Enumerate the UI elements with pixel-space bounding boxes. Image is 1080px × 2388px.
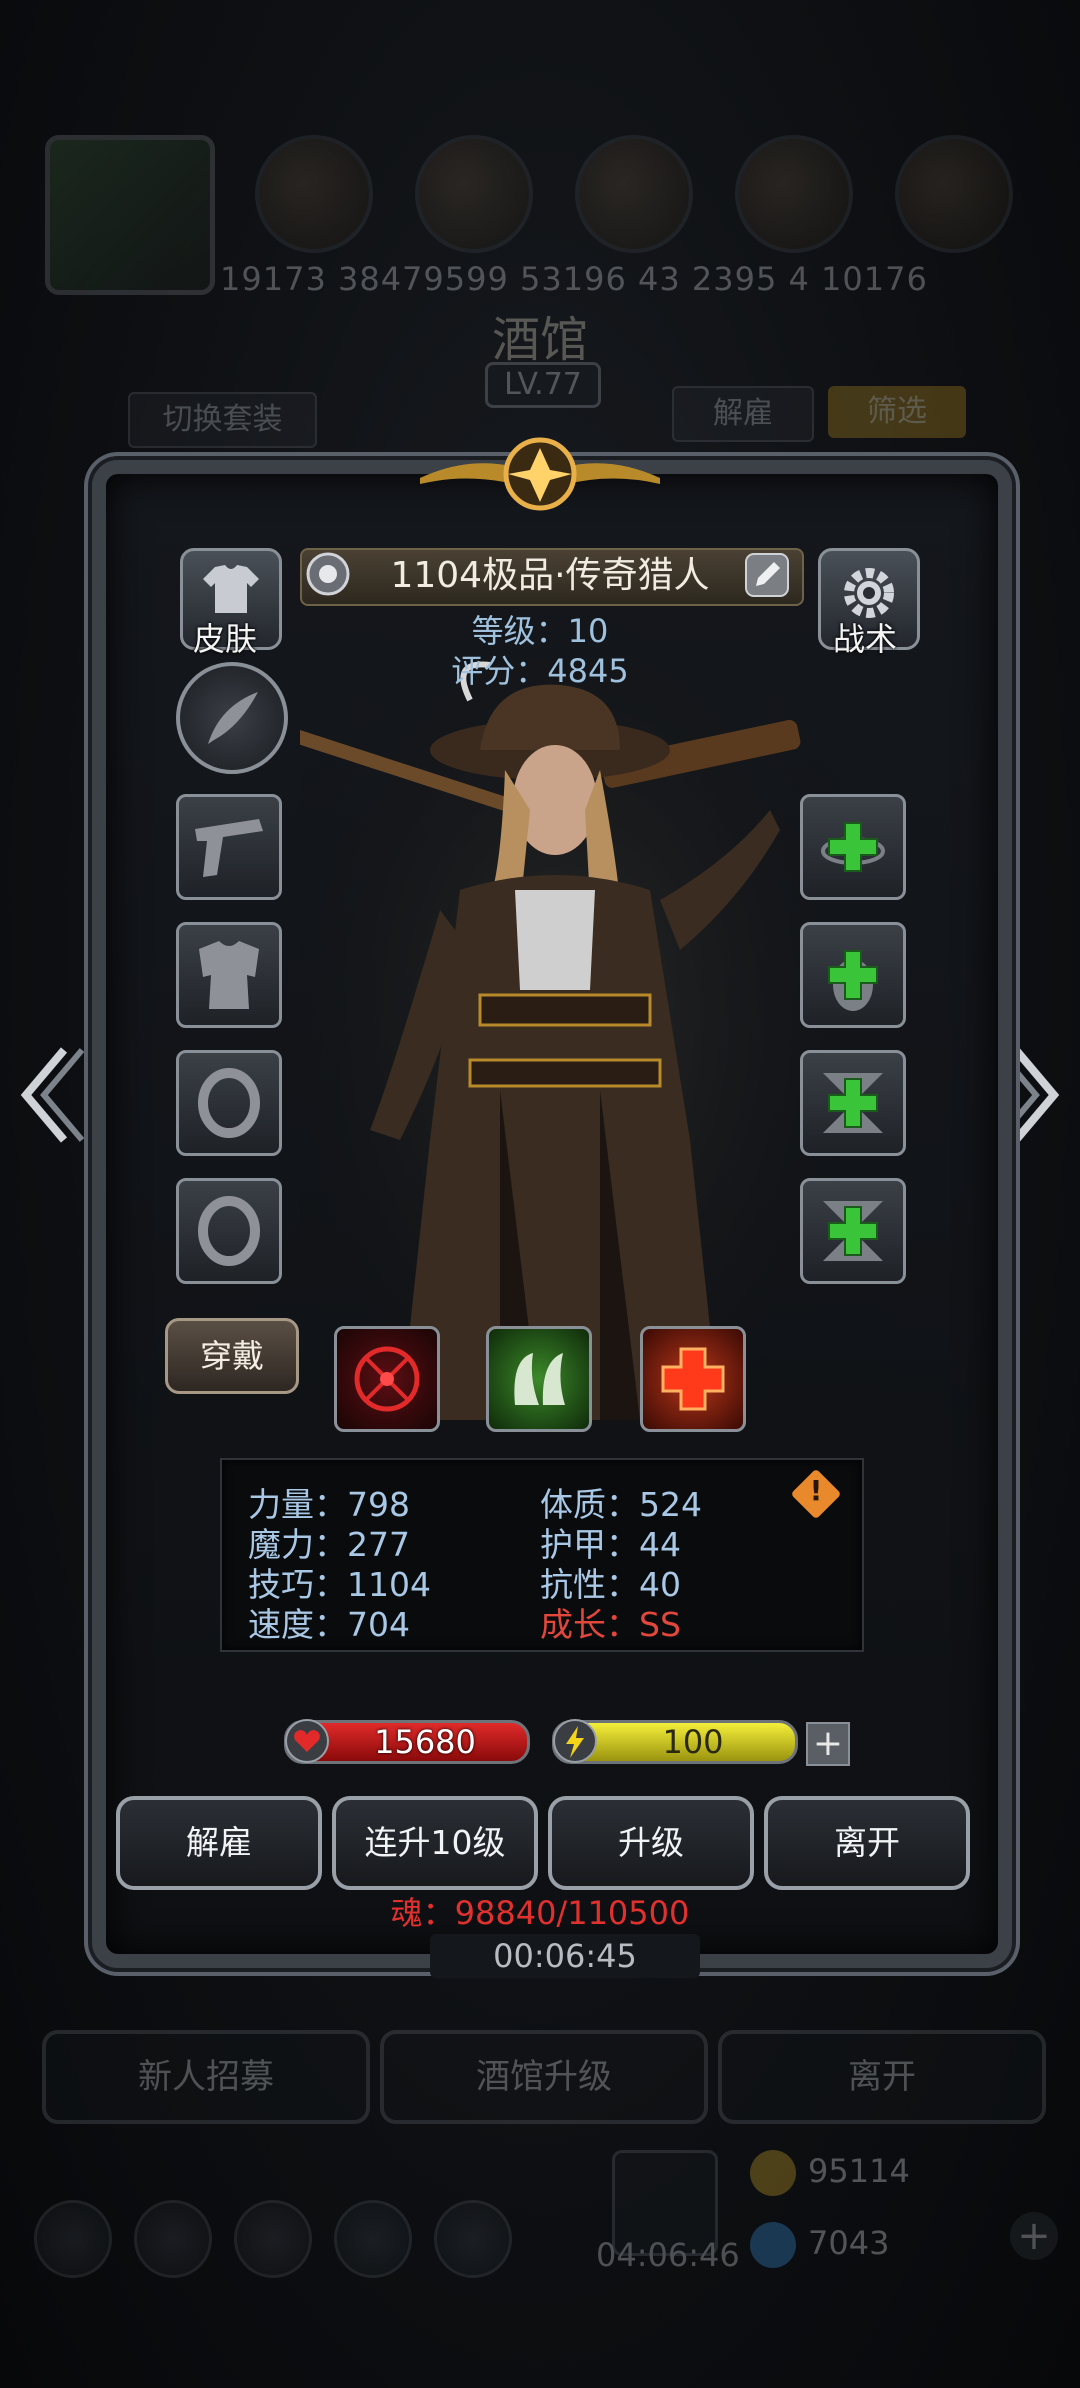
energy-value: 100 — [662, 1723, 724, 1761]
recruit-timer: 00:06:45 — [430, 1934, 700, 1978]
wear-button[interactable]: 穿戴 — [165, 1318, 299, 1394]
menu-icon[interactable] — [334, 2200, 412, 2278]
armor-icon — [199, 941, 259, 1009]
rank-badge-icon — [306, 552, 350, 596]
menu-icon[interactable] — [234, 2200, 312, 2278]
menu-icon[interactable] — [134, 2200, 212, 2278]
leave-tavern-button[interactable]: 离开 — [718, 2030, 1046, 2124]
target-icon — [354, 1346, 420, 1412]
filter-button[interactable]: 筛选 — [828, 386, 966, 438]
level-up-button[interactable]: 升级 — [548, 1796, 754, 1890]
cross-icon — [661, 1347, 725, 1411]
equipment-slot-ring-1[interactable] — [176, 1050, 282, 1156]
plus-icon — [828, 950, 878, 1011]
level-up-10-button[interactable]: 连升10级 — [332, 1796, 538, 1890]
switch-outfit-button[interactable]: 切换套装 — [128, 392, 317, 448]
leave-button[interactable]: 离开 — [764, 1796, 970, 1890]
dismiss-top-button[interactable]: 解雇 — [672, 386, 814, 442]
stat-growth: 成长：SS — [540, 1605, 681, 1644]
equipment-slot-weapon[interactable] — [176, 794, 282, 900]
ability-slot-1[interactable] — [334, 1326, 440, 1432]
skill-slot-1[interactable] — [800, 794, 906, 900]
tavern-upgrade-button[interactable]: 酒馆升级 — [380, 2030, 708, 2124]
resource-icon — [575, 135, 693, 253]
ring-icon — [198, 1068, 260, 1138]
global-timer: 04:06:46 — [596, 2236, 740, 2274]
skin-label: 皮肤 — [193, 620, 258, 658]
emblem-icon — [420, 437, 660, 511]
tavern-title: 酒馆 — [491, 312, 588, 368]
plus-icon — [823, 1073, 883, 1133]
skill-slot-4[interactable] — [800, 1178, 906, 1284]
equipment-slot-ring-2[interactable] — [176, 1178, 282, 1284]
gem-amount: 7043 — [808, 2224, 890, 2262]
resource-icon — [415, 135, 533, 253]
stat-speed: 速度：704 — [248, 1605, 410, 1644]
equipment-slot-accessory[interactable] — [176, 662, 288, 774]
ring-icon — [198, 1196, 260, 1266]
shirt-icon — [203, 565, 259, 613]
warning-mark: ! — [809, 1474, 823, 1507]
rename-edit-icon[interactable] — [742, 550, 792, 600]
gold-coin-icon — [750, 2150, 796, 2196]
gold-amount: 95114 — [808, 2152, 910, 2190]
top-portrait — [45, 135, 215, 295]
menu-icon[interactable] — [434, 2200, 512, 2278]
heart-icon — [285, 1719, 329, 1763]
ability-slot-2[interactable] — [486, 1326, 592, 1432]
add-currency-button[interactable]: + — [1010, 2212, 1058, 2260]
equipment-slot-armor[interactable] — [176, 922, 282, 1028]
skill-slot-3[interactable] — [800, 1050, 906, 1156]
resource-icon — [255, 135, 373, 253]
hero-name: 1104极品·传奇猎人 — [390, 555, 710, 596]
resource-icon — [735, 135, 853, 253]
ability-slot-3[interactable] — [640, 1326, 746, 1432]
tactics-label: 战术 — [833, 620, 898, 658]
previous-hero-arrow-icon[interactable] — [16, 1040, 86, 1150]
quill-icon — [208, 692, 258, 744]
top-numbers: 19173 38479599 53196 43 2395 4 10176 — [220, 260, 928, 298]
claw-icon — [514, 1353, 565, 1405]
pistol-icon — [195, 819, 263, 877]
lightning-icon — [553, 1719, 597, 1763]
dismiss-button[interactable]: 解雇 — [116, 1796, 322, 1890]
hp-value: 15680 — [374, 1723, 476, 1761]
plus-icon — [821, 822, 885, 872]
recruit-button[interactable]: 新人招募 — [42, 2030, 370, 2124]
skill-slot-2[interactable] — [800, 922, 906, 1028]
hero-score: 评分：4845 — [451, 652, 629, 690]
gem-icon — [750, 2222, 796, 2268]
tavern-level-badge: LV.77 — [485, 362, 601, 408]
plus-icon — [823, 1201, 883, 1261]
soul-counter: 魂：98840/110500 — [390, 1894, 690, 1932]
menu-icon[interactable] — [34, 2200, 112, 2278]
add-energy-button[interactable]: + — [806, 1722, 850, 1766]
resource-icon — [895, 135, 1013, 253]
